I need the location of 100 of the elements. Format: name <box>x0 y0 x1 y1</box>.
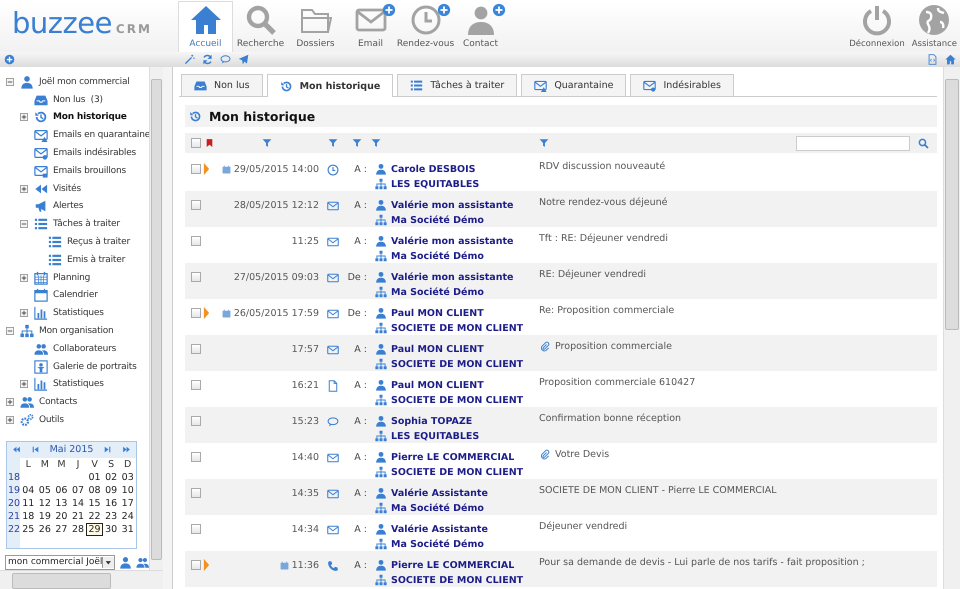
nav-button[interactable]: Contact <box>453 1 508 52</box>
previous-arrow-icon[interactable] <box>30 445 40 454</box>
expand-toggle[interactable] <box>20 380 28 388</box>
search-icon[interactable] <box>918 138 929 148</box>
tree-item[interactable]: Visités <box>53 184 82 194</box>
contact-link[interactable]: Pierre LE COMMERCIAL <box>391 560 514 570</box>
company-link[interactable]: LES EQUITABLES <box>391 430 480 442</box>
collapse-toggle[interactable] <box>20 220 28 228</box>
calendar-day[interactable]: 10 <box>119 484 136 497</box>
tree-item[interactable]: Emails indésirables <box>53 148 136 158</box>
calendar-day[interactable]: 24 <box>119 510 136 523</box>
row-checkbox[interactable] <box>191 164 201 174</box>
company-link[interactable]: Ma Société Démo <box>391 538 484 550</box>
contact-link[interactable]: Paul MON CLIENT <box>391 344 484 354</box>
history-row[interactable]: 26/05/2015 17:59 De : Paul MON CLIENT SOCIETE DE MON CLIENT Re: Proposition commerciale <box>185 299 937 335</box>
calendar-day[interactable]: 03 <box>119 470 136 484</box>
splitter-handle[interactable] <box>163 67 173 589</box>
contact-link[interactable]: Valérie mon assistante <box>391 272 514 282</box>
company-link[interactable]: SOCIETE DE MON CLIENT <box>391 466 524 478</box>
history-row[interactable]: 29/05/2015 14:00 A : Carole DESBOIS LES EQUITABLES RDV discussion nouveauté <box>185 155 937 191</box>
filter-icon[interactable] <box>539 138 549 148</box>
tab[interactable]: Tâches à traiter <box>397 74 518 96</box>
filter-icon[interactable] <box>262 138 272 148</box>
calendar-day[interactable]: 12 <box>36 496 54 510</box>
tree-item[interactable]: Emails brouillons <box>53 166 126 176</box>
row-checkbox[interactable] <box>191 380 201 390</box>
contact-link[interactable]: Pierre LE COMMERCIAL <box>391 452 514 462</box>
calendar-day[interactable]: 09 <box>102 484 120 497</box>
company-link[interactable]: Ma Société Démo <box>391 214 484 226</box>
paper-plane-icon[interactable] <box>238 54 249 65</box>
company-link[interactable]: Ma Société Démo <box>391 502 484 514</box>
calendar-day[interactable]: 15 <box>86 496 103 510</box>
code-document-icon[interactable] <box>927 54 938 65</box>
search-field[interactable] <box>796 136 910 150</box>
row-checkbox[interactable] <box>191 452 201 462</box>
calendar-day[interactable]: 23 <box>102 510 120 523</box>
contact-link[interactable]: Paul MON CLIENT <box>391 380 484 390</box>
first-arrow-icon[interactable] <box>12 445 21 454</box>
row-checkbox[interactable] <box>191 560 201 570</box>
nav-button[interactable]: Email <box>343 1 398 52</box>
calendar-day[interactable]: 28 <box>70 522 86 536</box>
magic-wand-icon[interactable] <box>184 54 195 65</box>
history-row[interactable]: 28/05/2015 12:12 A : Valérie mon assistante Ma Société Démo Notre rendez-vous déjeuné <box>185 191 937 227</box>
company-link[interactable]: SOCIETE DE MON CLIENT <box>391 394 524 406</box>
tree-item[interactable]: Planning <box>53 272 90 283</box>
calendar-day[interactable]: 02 <box>102 470 120 484</box>
refresh-icon[interactable] <box>202 54 213 65</box>
tab[interactable]: Mon historique <box>266 74 394 97</box>
calendar-day[interactable]: 14 <box>70 496 86 510</box>
contact-link[interactable]: Sophia TOPAZE <box>391 416 472 426</box>
company-link[interactable]: LES EQUITABLES <box>391 178 480 190</box>
calendar-day[interactable]: 17 <box>119 496 136 510</box>
calendar-day[interactable]: 07 <box>70 484 86 497</box>
tree-item[interactable]: Calendrier <box>53 290 98 300</box>
tab[interactable]: Quarantaine <box>521 74 626 96</box>
tree-item[interactable]: Alertes <box>53 201 84 212</box>
contact-link[interactable]: Valérie Assistante <box>391 488 488 498</box>
row-checkbox[interactable] <box>191 344 201 354</box>
tree-item[interactable]: Mon organisation <box>39 326 114 336</box>
scrollbar[interactable] <box>149 67 163 570</box>
row-checkbox[interactable] <box>191 200 201 210</box>
history-row[interactable]: 14:35 A : Valérie Assistante Ma Société Démo SOCIETE DE MON CLIENT - Pierre LE COMMERCIAL <box>185 479 937 515</box>
calendar-day[interactable]: 20 <box>53 510 70 523</box>
tree-item[interactable]: Statistiques <box>53 308 104 318</box>
company-link[interactable]: SOCIETE DE MON CLIENT <box>391 574 524 586</box>
speech-bubble-icon[interactable] <box>220 54 231 65</box>
tree-item[interactable]: Collaborateurs <box>53 344 116 354</box>
user-select[interactable]: mon commercial Joël <box>5 554 115 570</box>
tab[interactable]: Non lus <box>181 74 263 96</box>
row-checkbox[interactable] <box>191 236 201 246</box>
row-checkbox[interactable] <box>191 272 201 282</box>
tree-item[interactable]: Statistiques <box>53 379 104 390</box>
nav-button[interactable]: Assistance <box>908 1 960 52</box>
calendar-day[interactable]: 22 <box>86 510 103 523</box>
calendar-day[interactable]: 11 <box>20 496 37 510</box>
scrollbar[interactable] <box>0 570 163 589</box>
nav-button[interactable]: Rendez-vous <box>398 1 453 52</box>
calendar-day[interactable]: 29 <box>86 522 103 536</box>
history-row[interactable]: 17:57 A : Paul MON CLIENT SOCIETE DE MON CLIENT Proposition commerciale <box>185 335 937 371</box>
row-checkbox[interactable] <box>191 488 201 498</box>
company-link[interactable]: Ma Société Démo <box>391 286 484 298</box>
contact-link[interactable]: Carole DESBOIS <box>391 164 476 174</box>
calendar-day[interactable]: 13 <box>53 496 70 510</box>
nav-button[interactable]: Déconnexion <box>845 1 909 52</box>
calendar-day[interactable]: 01 <box>86 470 103 484</box>
next-arrow-icon[interactable] <box>103 445 112 454</box>
history-row[interactable]: 15:23 A : Sophia TOPAZE LES EQUITABLES Confirmation bonne réception <box>185 407 937 443</box>
tree-item[interactable]: Contacts <box>39 397 78 408</box>
tree-item[interactable]: Reçus à traiter <box>67 237 130 248</box>
company-link[interactable]: SOCIETE DE MON CLIENT <box>391 358 524 370</box>
calendar-day[interactable]: 16 <box>102 496 120 510</box>
calendar-day[interactable]: 05 <box>36 484 54 497</box>
calendar-day[interactable]: 30 <box>102 522 120 536</box>
tree-item[interactable]: Outils <box>39 415 64 426</box>
tree-item[interactable]: Joël mon commercial <box>39 76 130 87</box>
home-icon[interactable] <box>945 54 956 65</box>
tree-item[interactable]: Non lus (3) <box>53 94 103 105</box>
contact-link[interactable]: Valérie Assistante <box>391 524 488 534</box>
calendar-day[interactable]: 31 <box>119 522 136 536</box>
row-checkbox[interactable] <box>191 308 201 318</box>
